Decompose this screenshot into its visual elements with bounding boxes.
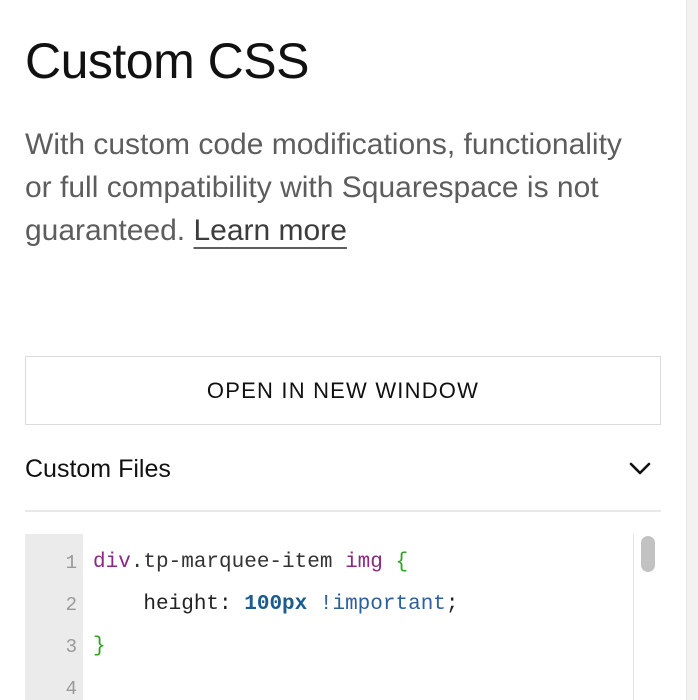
panel-description: With custom code modifications, function… — [25, 123, 625, 252]
editor-scrollbar-thumb[interactable] — [641, 536, 655, 572]
code-selector-tag: img — [345, 551, 383, 574]
code-brace: { — [395, 551, 409, 574]
custom-files-toggle[interactable]: Custom Files — [25, 440, 661, 498]
line-number: 4 — [65, 678, 77, 700]
css-code-editor[interactable]: 1 div.tp-marquee-item img { 2 height: 10… — [25, 534, 661, 700]
code-text[interactable]: height: 100px !important; — [93, 584, 459, 626]
line-number: 2 — [65, 594, 77, 616]
custom-css-panel: Custom CSS With custom code modification… — [0, 0, 686, 700]
code-line[interactable]: 1 div.tp-marquee-item img { — [25, 542, 625, 584]
learn-more-link[interactable]: Learn more — [193, 214, 346, 247]
code-selector-class: .tp-marquee-item — [130, 551, 333, 574]
section-divider — [25, 510, 661, 512]
code-brace: } — [93, 635, 106, 658]
code-selector-tag: div — [93, 551, 131, 574]
code-property: height: — [143, 593, 232, 616]
code-line[interactable]: 3 } — [25, 626, 625, 668]
chevron-down-icon — [627, 456, 653, 482]
code-text[interactable]: div.tp-marquee-item img { — [93, 542, 408, 584]
page-title: Custom CSS — [25, 33, 309, 89]
code-semicolon: ; — [445, 593, 459, 616]
code-value: 100px — [244, 593, 308, 616]
custom-files-label: Custom Files — [25, 454, 171, 483]
window-edge — [686, 0, 698, 700]
code-text[interactable]: } — [93, 626, 106, 668]
editor-scrollbar[interactable] — [633, 534, 661, 700]
open-in-new-window-button[interactable]: OPEN IN NEW WINDOW — [25, 356, 661, 425]
line-number: 3 — [65, 636, 77, 658]
code-line[interactable]: 2 height: 100px !important; — [25, 584, 625, 626]
line-number: 1 — [65, 552, 77, 574]
code-line[interactable]: 4 — [25, 668, 625, 700]
code-important: !important — [319, 593, 446, 616]
